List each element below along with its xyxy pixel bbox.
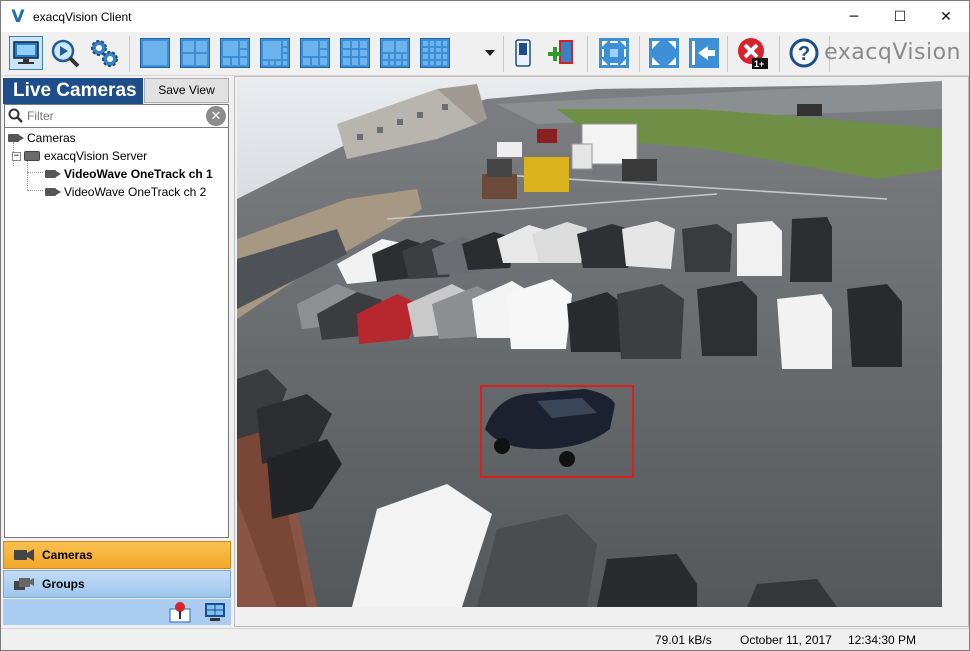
tree-node-camera-1[interactable]: VideoWave OneTrack ch 1: [45, 165, 213, 183]
search-icon: [5, 108, 27, 124]
config-gears-icon: [91, 40, 118, 67]
layout-1plus7-icon: [260, 38, 290, 68]
sidebar-toggle-icon: [689, 38, 719, 68]
tree-node-server[interactable]: − exacqVision Server: [12, 147, 147, 165]
map-pin-button[interactable]: [169, 601, 191, 623]
parking-lot-scene: [237, 79, 942, 607]
window-title: exacqVision Client: [33, 9, 132, 24]
minimize-button[interactable]: ─: [831, 1, 877, 32]
throughput-readout: 79.01 kB/s: [655, 633, 712, 647]
status-time: 12:34:30 PM: [848, 633, 917, 647]
layout-4x4-button[interactable]: [378, 36, 412, 70]
tree-node-camera-2[interactable]: VideoWave OneTrack ch 2: [45, 183, 206, 201]
alarm-clear-button[interactable]: 1+: [736, 36, 770, 70]
camera-icon: [45, 169, 61, 179]
app-window: V exacqVision Client ─ ☐ ✕ 1+ ? exacqVis…: [0, 0, 970, 651]
layout-1plus5-button[interactable]: [218, 36, 252, 70]
live-view-button[interactable]: [9, 36, 43, 70]
search-playback-icon: [51, 39, 80, 68]
tree-node-cameras[interactable]: Cameras: [8, 129, 76, 147]
tree-label: Cameras: [27, 131, 76, 145]
add-view-icon: [548, 40, 573, 64]
monitor-view-button[interactable]: [204, 601, 226, 623]
maximize-button[interactable]: ☐: [877, 1, 923, 32]
camera-feed[interactable]: [237, 79, 942, 607]
video-area: [234, 76, 969, 627]
layout-2x2-icon: [180, 38, 210, 68]
layout-1x1-button[interactable]: [138, 36, 172, 70]
clear-filter-button[interactable]: ✕: [206, 106, 226, 126]
alarm-clear-icon: 1+: [738, 38, 768, 69]
layout-dropdown-button[interactable]: [481, 36, 499, 70]
sidebar-toggle-button[interactable]: [687, 36, 721, 70]
search-button[interactable]: [48, 36, 82, 70]
groups-icon: [14, 577, 34, 591]
save-view-button[interactable]: Save View: [144, 78, 229, 103]
live-view-icon: [13, 41, 39, 64]
layout-5x4-icon: [420, 38, 450, 68]
panel-bottom-bar: [3, 599, 231, 625]
nav-label: Cameras: [42, 548, 93, 562]
server-icon: [24, 151, 40, 161]
layout-2x2-button[interactable]: [178, 36, 212, 70]
alarm-badge: 1+: [754, 59, 764, 69]
layout-3x3-button[interactable]: [298, 36, 332, 70]
detection-box: [480, 385, 634, 478]
layout-3x3-icon: [300, 38, 330, 68]
map-pin-icon: [169, 602, 191, 623]
nav-groups-button[interactable]: Groups: [3, 570, 231, 598]
fullscreen-grid-icon: [599, 38, 629, 68]
app-logo-icon: V: [11, 6, 25, 27]
main-toolbar: 1+ ? exacqVision: [1, 32, 969, 76]
left-panel: Live Cameras Save View ✕ Cameras − exacq…: [2, 76, 231, 627]
switch-icon: [515, 39, 531, 67]
add-view-button[interactable]: [545, 36, 579, 70]
collapse-toggle[interactable]: −: [12, 151, 21, 161]
filter-input[interactable]: [27, 109, 206, 123]
layout-5x4-button[interactable]: [418, 36, 452, 70]
camera-icon: [45, 187, 61, 197]
camera-icon: [14, 548, 34, 562]
layout-1x1-icon: [140, 38, 170, 68]
expand-icon: [649, 38, 679, 68]
help-icon: ?: [789, 38, 819, 68]
chevron-down-icon: [485, 50, 495, 56]
title-bar: V exacqVision Client ─ ☐ ✕: [1, 1, 969, 32]
switch-button[interactable]: [506, 36, 540, 70]
panel-title: Live Cameras: [3, 78, 143, 104]
layout-4x4-icon: [380, 38, 410, 68]
status-date: October 11, 2017: [740, 633, 832, 647]
expand-button[interactable]: [647, 36, 681, 70]
svg-text:?: ?: [798, 43, 810, 65]
layout-4x3-icon: [340, 38, 370, 68]
layout-1plus5-icon: [220, 38, 250, 68]
camera-icon: [8, 133, 24, 143]
layout-4x3-button[interactable]: [338, 36, 372, 70]
config-button[interactable]: [87, 36, 121, 70]
close-button[interactable]: ✕: [923, 1, 969, 32]
tree-label: exacqVision Server: [44, 149, 148, 163]
status-bar: 79.01 kB/s October 11, 2017 12:34:30 PM: [1, 628, 969, 650]
layout-1plus7-button[interactable]: [258, 36, 292, 70]
nav-label: Groups: [42, 577, 85, 591]
fullscreen-grid-button[interactable]: [597, 36, 631, 70]
camera-tree: Cameras − exacqVision Server VideoWave O…: [4, 128, 229, 538]
tree-label: VideoWave OneTrack ch 1: [64, 167, 213, 181]
tree-label: VideoWave OneTrack ch 2: [64, 185, 207, 199]
brand-logo: exacqVision: [824, 40, 961, 65]
nav-cameras-button[interactable]: Cameras: [3, 541, 231, 569]
monitor-icon: [205, 603, 225, 621]
filter-box: ✕: [4, 104, 229, 128]
help-button[interactable]: ?: [787, 36, 821, 70]
